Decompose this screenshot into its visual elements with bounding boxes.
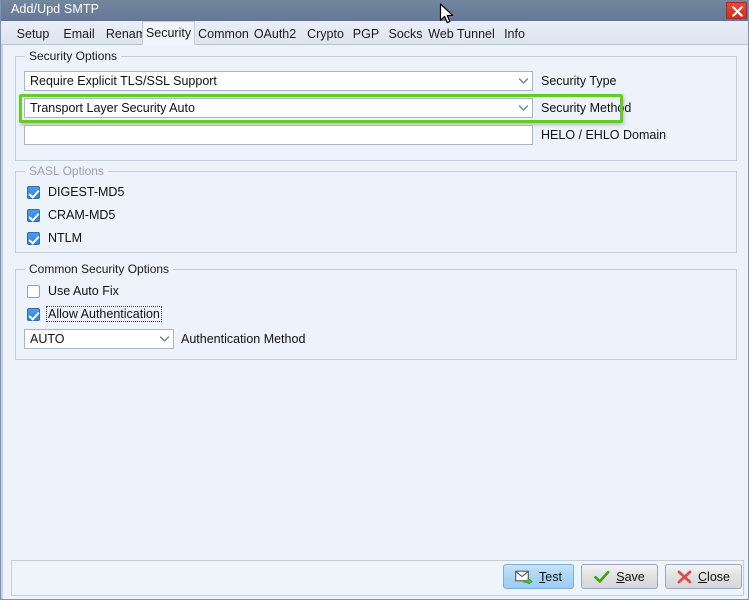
checkbox-row-allow-authentication[interactable]: Allow Authentication (27, 306, 162, 322)
title-bar[interactable]: Add/Upd SMTP (1, 0, 748, 21)
envelope-send-icon (515, 570, 533, 584)
chevron-down-icon[interactable] (514, 99, 532, 117)
authentication-method-combobox[interactable]: AUTO (24, 329, 174, 349)
red-x-icon (677, 570, 692, 584)
security-type-value: Require Explicit TLS/SSL Support (30, 74, 217, 88)
checkbox-allow-authentication-label: Allow Authentication (46, 306, 162, 322)
save-button-label: Save (616, 569, 645, 584)
checkbox-ntlm-label: NTLM (48, 231, 83, 245)
checkbox-row-cram-md5[interactable]: CRAM-MD5 (27, 207, 117, 223)
helo-ehlo-domain-label: HELO / EHLO Domain (541, 128, 667, 142)
save-button[interactable]: Save (581, 564, 658, 589)
tab-info[interactable]: Info (498, 22, 531, 45)
tab-crypto[interactable]: Crypto (301, 22, 350, 45)
tab-email[interactable]: Email (57, 22, 101, 45)
close-dialog-button[interactable]: Close (665, 564, 742, 589)
test-button-label: Test (539, 569, 562, 584)
chevron-down-icon[interactable] (155, 330, 173, 348)
security-method-value: Transport Layer Security Auto (30, 101, 195, 115)
checkbox-cram-md5[interactable] (27, 208, 40, 222)
close-button-label: Close (698, 569, 730, 584)
security-method-label: Security Method (541, 101, 632, 115)
checkbox-row-use-auto-fix[interactable]: Use Auto Fix (27, 283, 121, 299)
security-type-combobox[interactable]: Require Explicit TLS/SSL Support (24, 71, 533, 91)
close-button[interactable] (726, 2, 747, 19)
tab-security[interactable]: Security (142, 21, 195, 45)
green-check-icon (594, 570, 610, 584)
security-method-combobox[interactable]: Transport Layer Security Auto (24, 98, 533, 118)
tab-web-tunnel[interactable]: Web Tunnel (425, 22, 498, 45)
authentication-method-value: AUTO (30, 332, 65, 346)
tab-page-security: Security Options Require Explicit TLS/SS… (1, 45, 748, 555)
tab-setup[interactable]: Setup (9, 22, 57, 45)
group-security-options-title: Security Options (25, 49, 122, 63)
tab-oauth2[interactable]: OAuth2 (249, 22, 301, 45)
checkbox-cram-md5-label: CRAM-MD5 (48, 208, 116, 222)
security-type-label: Security Type (541, 74, 617, 88)
helo-ehlo-domain-input[interactable] (24, 125, 533, 145)
window-title: Add/Upd SMTP (11, 2, 100, 16)
authentication-method-label: Authentication Method (181, 332, 306, 346)
dialog-window: Add/Upd SMTP Setup Email Rename Security… (0, 0, 749, 600)
group-common-security-options-title: Common Security Options (25, 262, 174, 276)
tab-socks[interactable]: Socks (384, 22, 427, 45)
checkbox-digest-md5[interactable] (27, 185, 40, 199)
checkbox-row-digest-md5[interactable]: DIGEST-MD5 (27, 184, 126, 200)
tab-pgp[interactable]: PGP (349, 22, 383, 45)
test-button[interactable]: Test (503, 564, 574, 589)
checkbox-ntlm[interactable] (27, 231, 40, 245)
checkbox-allow-authentication[interactable] (27, 307, 40, 321)
checkbox-use-auto-fix[interactable] (27, 284, 40, 298)
group-sasl-options-title: SASL Options (25, 164, 108, 178)
tab-bar: Setup Email Rename Security Common OAuth… (1, 21, 748, 45)
tab-common[interactable]: Common (195, 22, 252, 45)
checkbox-use-auto-fix-label: Use Auto Fix (48, 284, 119, 298)
checkbox-digest-md5-label: DIGEST-MD5 (48, 185, 125, 199)
checkbox-row-ntlm[interactable]: NTLM (27, 230, 84, 246)
chevron-down-icon[interactable] (514, 72, 532, 90)
